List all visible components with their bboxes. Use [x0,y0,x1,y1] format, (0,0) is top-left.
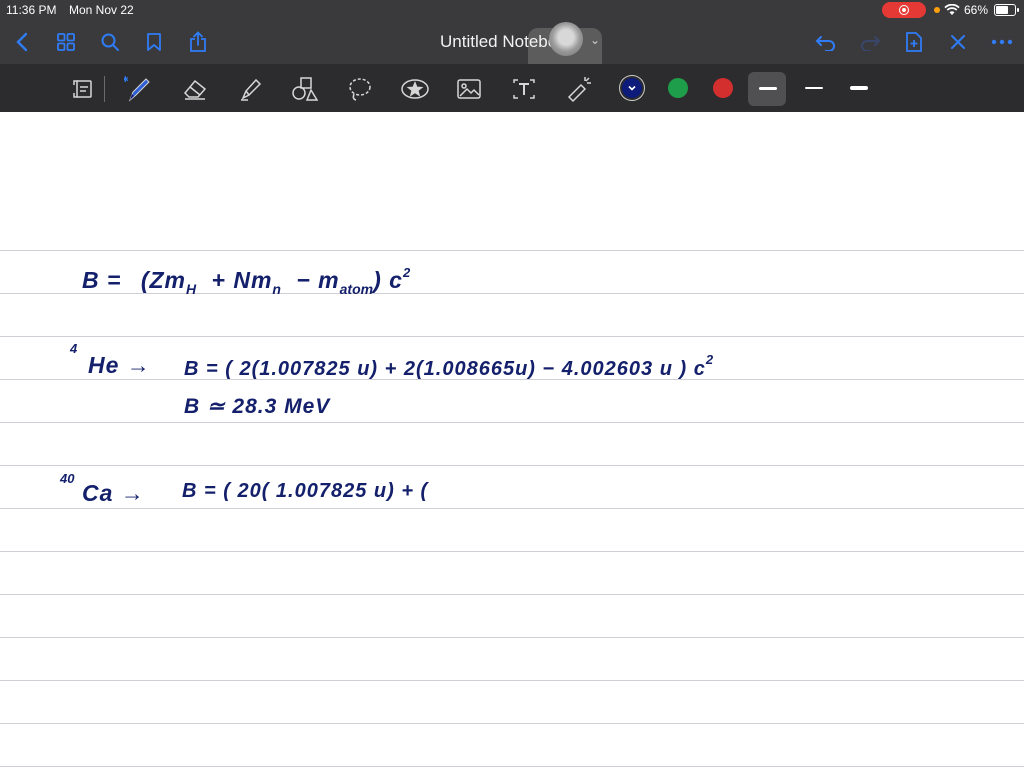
ruled-line [0,680,1024,681]
stroke-size-thick[interactable] [850,86,868,90]
ruled-line [0,551,1024,552]
battery-icon [994,4,1019,16]
stroke-size-medium[interactable] [805,87,823,89]
handwritten-calcium-label: Ca → [82,480,145,506]
highlighter-icon[interactable] [236,74,266,104]
grid-icon[interactable] [52,28,80,56]
handwritten-helium-equation: B = ( 2(1.007825 u) + 2(1.008665u) − 4.0… [184,352,714,380]
toolbar-divider [104,76,105,102]
undo-icon[interactable] [812,28,840,56]
redo-icon[interactable] [856,28,884,56]
chevron-left-icon[interactable] [8,28,36,56]
share-icon[interactable] [184,28,212,56]
ruled-line [0,594,1024,595]
search-icon[interactable] [96,28,124,56]
lasso-icon[interactable] [345,74,375,104]
nav-bar: Untitled Notebook ⌄ [0,20,1024,84]
camera-lens [549,22,583,56]
ruled-line [0,250,1024,251]
close-icon[interactable] [944,28,972,56]
text-icon[interactable] [509,74,539,104]
ruled-line [0,422,1024,423]
status-bar: 11:36 PM Mon Nov 22 66% [0,0,1024,20]
more-icon[interactable] [988,28,1016,56]
color-swatch-red[interactable] [713,78,733,98]
color-swatch-navy[interactable] [622,78,642,98]
notebook-page[interactable]: B = (ZmH + Nmn − matom) c2 4 He → B = ( … [0,112,1024,768]
tool-bar: ✱ [0,64,1024,112]
mass-number-he: 4 [70,341,78,356]
pen-icon[interactable]: ✱ [124,74,154,104]
screen-recording-icon [882,2,926,18]
sticker-icon[interactable] [400,74,430,104]
laser-pointer-icon[interactable] [564,74,594,104]
mic-indicator-icon [934,7,940,13]
svg-text:✱: ✱ [124,75,129,84]
handwritten-calcium-equation: B = ( 20( 1.007825 u) + ( [182,480,429,502]
wifi-icon [944,4,960,15]
add-page-icon[interactable] [900,28,928,56]
mass-number-ca: 40 [60,471,75,486]
stroke-size-thin[interactable] [759,87,777,90]
shapes-icon[interactable] [290,74,320,104]
status-time: 11:36 PM [6,3,57,17]
ruled-line [0,465,1024,466]
handwritten-result: B ≃ 28.3 MeV [184,395,331,418]
color-swatch-green[interactable] [668,78,688,98]
scan-icon[interactable] [68,74,98,104]
handwritten-helium-label: He → [88,352,151,378]
ruled-line [0,723,1024,724]
ruled-line [0,637,1024,638]
handwritten-formula-binding-energy: B = (ZmH + Nmn − matom) c2 [82,265,411,297]
battery-percent: 66% [964,3,989,17]
ruled-line [0,336,1024,337]
chevron-down-icon[interactable]: ⌄ [590,33,600,47]
ruled-line [0,508,1024,509]
bookmark-icon[interactable] [140,28,168,56]
image-icon[interactable] [454,74,484,104]
status-date: Mon Nov 22 [69,3,134,17]
ruled-line [0,766,1024,767]
eraser-icon[interactable] [180,74,210,104]
